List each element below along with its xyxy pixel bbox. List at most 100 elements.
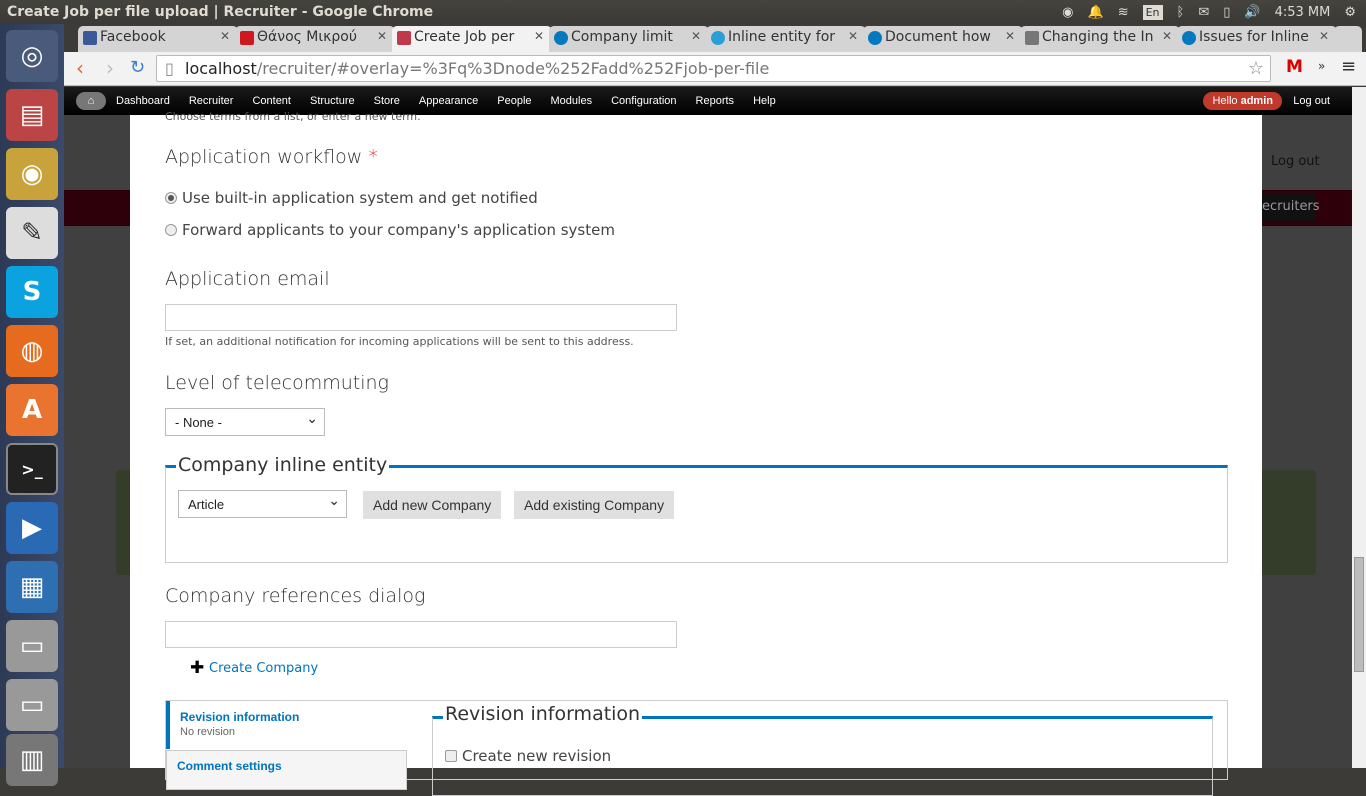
create-company-link[interactable]: Create Company	[209, 661, 318, 676]
drive-icon[interactable]: ▭	[6, 679, 58, 731]
workflow-option-forward[interactable]: Forward applicants to your company's app…	[165, 221, 615, 239]
drupal-icon	[554, 31, 568, 45]
bookmark-star-icon[interactable]: ☆	[1248, 56, 1264, 81]
background-logout-link: Log out	[1271, 154, 1320, 169]
menu-modules[interactable]: Modules	[551, 95, 593, 107]
tab-company-limit[interactable]: Company limit ✕	[549, 26, 709, 52]
tab-create-job[interactable]: Create Job per ✕	[392, 26, 552, 52]
close-icon[interactable]: ✕	[848, 29, 858, 43]
gmail-icon[interactable]: M	[1286, 57, 1303, 77]
add-new-company-button[interactable]: Add new Company	[363, 491, 502, 519]
company-refs-input[interactable]	[165, 621, 677, 648]
menu-recruiter[interactable]: Recruiter	[189, 95, 234, 107]
close-icon[interactable]: ✕	[1319, 29, 1329, 43]
drupal-icon	[868, 31, 882, 45]
scrollbar-thumb[interactable]	[1354, 557, 1364, 672]
radio-unchecked[interactable]	[165, 224, 177, 236]
tab-document-how[interactable]: Document how ✕	[863, 26, 1023, 52]
background-recruiters-button: ecruiters	[1260, 193, 1320, 221]
terminal-icon[interactable]: >_	[6, 443, 58, 495]
chrome-launcher-icon[interactable]: ◉	[6, 148, 58, 200]
email-label: Application email	[165, 268, 330, 290]
menu-dashboard[interactable]: Dashboard	[116, 95, 170, 107]
tab-facebook[interactable]: Facebook ✕	[78, 26, 238, 52]
forward-icon[interactable]: ›	[106, 56, 114, 80]
volume-icon[interactable]: 🔊	[1244, 5, 1260, 20]
close-icon[interactable]: ✕	[1162, 29, 1172, 43]
company-refs-label: Company references dialog	[165, 585, 426, 607]
skype-icon[interactable]: S	[6, 266, 58, 318]
tab-youtube[interactable]: Θάνος Μικρού ✕	[235, 26, 395, 52]
tab-inline-entity[interactable]: Inline entity for ✕	[706, 26, 866, 52]
close-icon[interactable]: ✕	[534, 29, 544, 43]
battery-icon[interactable]: ▯	[1223, 5, 1230, 20]
radio-checked[interactable]	[165, 192, 177, 204]
mail-icon[interactable]: ✉	[1198, 5, 1209, 20]
ubuntu-dash-icon[interactable]: ◎	[6, 30, 58, 82]
firefox-icon[interactable]: ◍	[6, 325, 58, 377]
back-icon[interactable]: ‹	[76, 56, 84, 80]
site-icon	[397, 31, 411, 45]
email-input[interactable]	[165, 304, 677, 331]
workflow-label: Application workflow *	[165, 146, 378, 168]
home-icon[interactable]: ⌂	[76, 92, 106, 110]
browser-toolbar: ‹ › ↻ ▯ localhost/recruiter/#overlay=%3F…	[64, 52, 1366, 86]
tab-strip: Facebook ✕ Θάνος Μικρού ✕ Create Job per ✕ …	[64, 24, 1366, 52]
menu-icon[interactable]: ≡	[1341, 56, 1356, 77]
vtab-revision-information[interactable]: Revision information No revision	[166, 701, 407, 749]
drive-icon[interactable]: ▭	[6, 620, 58, 672]
page-scrollbar[interactable]	[1352, 87, 1366, 768]
vertical-tabs: Revision information No revision Comment…	[165, 700, 1228, 796]
menu-people[interactable]: People	[497, 95, 531, 107]
tab-issues[interactable]: Issues for Inline ✕	[1177, 26, 1337, 52]
wifi-icon[interactable]: ≋	[1118, 5, 1129, 20]
overlay-form: Choose terms from a list, or enter a new…	[130, 110, 1262, 796]
power-icon[interactable]: ⚙	[1344, 5, 1356, 20]
create-revision-checkbox[interactable]: Create new revision	[445, 747, 611, 765]
user-badge[interactable]: Hello admin	[1203, 92, 1282, 110]
files-icon[interactable]: ▤	[6, 89, 58, 141]
tags-description: Choose terms from a list, or enter a new…	[165, 110, 421, 123]
telecommuting-select[interactable]: - None -	[165, 408, 325, 436]
address-bar[interactable]: ▯ localhost/recruiter/#overlay=%3Fq%3Dno…	[156, 55, 1271, 82]
new-tab-button[interactable]	[1334, 26, 1362, 52]
close-icon[interactable]: ✕	[691, 29, 701, 43]
chrome-icon[interactable]: ◉	[1062, 5, 1073, 20]
bluetooth-icon[interactable]: ᛒ	[1177, 5, 1185, 20]
email-description: If set, an additional notification for i…	[165, 335, 634, 348]
notification-icon[interactable]: 🔔	[1088, 5, 1104, 20]
close-icon[interactable]: ✕	[377, 29, 387, 43]
menu-store[interactable]: Store	[374, 95, 400, 107]
drupal-icon	[711, 31, 725, 45]
document-viewer-icon[interactable]: ▦	[6, 561, 58, 613]
youtube-icon	[240, 31, 254, 45]
system-tray: ◉ 🔔 ≋ En ᛒ ✉ ▯ 🔊 4:53 MM ⚙	[1062, 0, 1366, 24]
reload-icon[interactable]: ↻	[130, 57, 145, 78]
logout-link[interactable]: Log out	[1293, 95, 1330, 107]
menu-structure[interactable]: Structure	[310, 95, 355, 107]
close-icon[interactable]: ✕	[1005, 29, 1015, 43]
page-icon: ▯	[165, 59, 174, 78]
add-existing-company-button[interactable]: Add existing Company	[514, 491, 675, 519]
launcher: ◎ ▤ ◉ ✎ S ◍ A >_ ▶ ▦ ▭ ▭ ▥	[0, 24, 64, 786]
media-player-icon[interactable]: ▶	[6, 502, 58, 554]
menu-configuration[interactable]: Configuration	[611, 95, 676, 107]
menu-appearance[interactable]: Appearance	[419, 95, 478, 107]
revision-legend: Revision information	[443, 703, 643, 725]
menu-content[interactable]: Content	[252, 95, 291, 107]
menu-reports[interactable]: Reports	[696, 95, 735, 107]
company-type-select[interactable]: Article	[178, 490, 347, 518]
text-editor-icon[interactable]: ✎	[6, 207, 58, 259]
close-icon[interactable]: ✕	[220, 29, 230, 43]
facebook-icon	[83, 31, 97, 45]
workflow-option-builtin[interactable]: Use built-in application system and get …	[165, 189, 538, 207]
extensions-overflow-icon[interactable]: »	[1318, 59, 1325, 73]
menu-help[interactable]: Help	[753, 95, 776, 107]
clock[interactable]: 4:53 MM	[1275, 5, 1331, 20]
tab-changing[interactable]: Changing the In ✕	[1020, 26, 1180, 52]
software-center-icon[interactable]: A	[6, 384, 58, 436]
keyboard-layout[interactable]: En	[1142, 4, 1163, 20]
checkbox[interactable]	[445, 750, 457, 762]
trash-icon[interactable]: ▥	[6, 734, 58, 786]
vtab-comment-settings[interactable]: Comment settings	[166, 750, 407, 790]
